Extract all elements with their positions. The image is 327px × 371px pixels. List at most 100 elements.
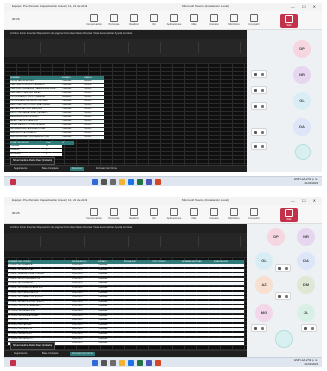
cell-type[interactable] [152,337,182,341]
cell-end[interactable] [124,342,152,346]
cell-name[interactable]: JUAN CARLOS MUÑOZ CARRASCO [10,84,62,87]
cell-end[interactable] [124,337,152,341]
participant-mini-4[interactable] [301,324,317,332]
folder-icon[interactable] [119,360,125,366]
cell-start[interactable]: 24/03/2023 [72,319,98,323]
cell-entity[interactable] [182,291,214,295]
cell-end[interactable] [124,277,152,281]
cell-start[interactable]: 19/03/2023 [72,296,98,300]
powerpoint-icon[interactable] [155,360,161,366]
participant-avatar-az[interactable]: AZ [255,276,273,294]
cell-end[interactable] [124,328,152,332]
cell-state[interactable]: Pendiente [62,96,84,99]
ribbon-group-clipboard[interactable] [10,236,41,247]
cell-type[interactable] [152,328,182,332]
sheet-tab-seguimiento[interactable]: Seguimiento [12,167,29,171]
participant-mini-1[interactable] [251,70,267,78]
cell-state[interactable]: Tramitado [62,104,84,107]
cell-state[interactable]: Tramitado [62,128,84,131]
cell-state[interactable]: Tramitado [98,273,124,277]
sheet-tab-seguimiento[interactable]: Seguimiento [12,352,29,356]
participant-avatar-nr[interactable]: NR [293,66,311,84]
cell-entity[interactable] [182,314,214,318]
cell-course[interactable]: 16 CURSO DE ARCHIVO [8,333,72,336]
toolbar-more[interactable]: Más [186,208,202,220]
cell-name[interactable]: PAOLA ANDREA CÁRDENAS ROJAS [10,128,62,131]
cell-eval[interactable] [214,305,244,309]
cell-type[interactable] [152,305,182,309]
toolbar-raise[interactable]: Realizar [126,208,142,220]
leave-button[interactable]: Salir [280,208,298,222]
leave-button[interactable]: Salir [280,14,298,28]
cell-course[interactable]: 12 CURSO DE NORMATIVIDAD [8,314,72,318]
participant-avatar-dp[interactable]: DP [293,40,311,58]
cell-cargo[interactable]: Técnico [84,104,104,107]
cell-state[interactable]: Tramitado [98,337,124,341]
cell-type[interactable] [152,264,182,267]
cell-course[interactable]: 11 CURSO DE REDACCIÓN [8,310,72,313]
cell-end[interactable] [124,264,152,267]
cell-entity[interactable] [182,287,214,290]
cell-name[interactable]: SANDRA MILENA CÓRDOBA MONTOYA [10,136,62,139]
folder-icon[interactable] [119,179,125,185]
cell-start[interactable]: 14/03/2023 [72,273,98,277]
toolbar-share[interactable]: Compartir [246,208,262,220]
cell-eval[interactable] [214,323,244,327]
cell-state[interactable]: Tramitado [62,108,84,111]
cell-state[interactable]: Tramitado [62,100,84,103]
task-view-icon[interactable] [110,360,116,366]
sheet-tab-base[interactable]: Base Completa [40,352,60,356]
powerpoint-icon[interactable] [155,179,161,185]
cell-state[interactable]: Tramitado [62,112,84,115]
cell-type[interactable] [152,268,182,272]
cell-name[interactable]: MARCO ANTONIO LÓPEZ PEÑA CUEVAS [10,104,62,107]
cell-entity[interactable] [182,277,214,281]
excel-icon[interactable] [137,360,143,366]
cell-end[interactable] [124,296,152,300]
participant-avatar-dm[interactable]: DM [297,276,315,294]
cell-end[interactable] [124,305,152,309]
cell-eval[interactable] [214,277,244,281]
cell-state[interactable]: Tramitado [98,282,124,286]
cell-cargo[interactable]: Técnico [84,124,104,127]
ribbon-group-editing[interactable] [202,236,241,247]
cell-name[interactable]: JUAN DIEGO ENMANUEL SAAVEDRA MORENO [10,88,62,91]
system-tray[interactable]: ESP LAA 2:52 p. m. 21/04/2023 [294,359,318,366]
participant-avatar-nr[interactable]: NR [297,228,315,246]
toolbar-people[interactable]: Personas [106,208,122,220]
cell-start[interactable]: 18/03/2023 [72,291,98,295]
cell-cargo[interactable]: Técnico [84,132,104,135]
cell-entity[interactable] [182,328,214,332]
cell-start[interactable]: 20/03/2023 [72,300,98,304]
toolbar-people[interactable]: Personas [106,14,122,26]
cell-type[interactable] [152,310,182,313]
cell-eval[interactable] [214,333,244,336]
cell-cargo[interactable]: Técnico [84,128,104,131]
teams-icon[interactable] [146,179,152,185]
cell-eval[interactable] [214,319,244,323]
cell-eval[interactable] [214,328,244,332]
toolbar-apps[interactable]: Aplicaciones [166,14,182,26]
cell-name[interactable]: MERY CONSTANZA PÉREZ CAUSADO [10,112,62,115]
cell-start[interactable]: 23/03/2023 [72,314,98,318]
cell-cargo[interactable]: Técnico [84,96,104,99]
ribbon-group-styles[interactable] [164,42,199,53]
cell-start[interactable]: 26/03/2023 [72,328,98,332]
cell-eval[interactable] [214,268,244,272]
cell-name[interactable]: JUAN PABLO SANCHEZ SALAS [10,92,62,95]
cell-end[interactable] [124,287,152,290]
cell-state[interactable]: Tramitado [98,342,124,346]
ribbon-group-font[interactable] [44,236,85,247]
cell-name[interactable]: JORGE VALENCIA RUEZ [10,80,62,83]
participant-mini-2[interactable] [275,292,291,300]
cell-eval[interactable] [214,300,244,304]
cell-cargo[interactable]: Técnico [84,92,104,95]
participant-avatar-gl[interactable]: GL [293,92,311,110]
start-icon[interactable] [92,179,98,185]
cell-end[interactable] [124,314,152,318]
excel-menu[interactable]: Archivo Inicio Insertar Disposición de p… [10,226,132,229]
cell-end[interactable] [124,323,152,327]
cell-eval[interactable] [214,264,244,267]
cell-eval[interactable] [214,314,244,318]
toolbar-mic[interactable]: Micrófono [226,14,242,26]
